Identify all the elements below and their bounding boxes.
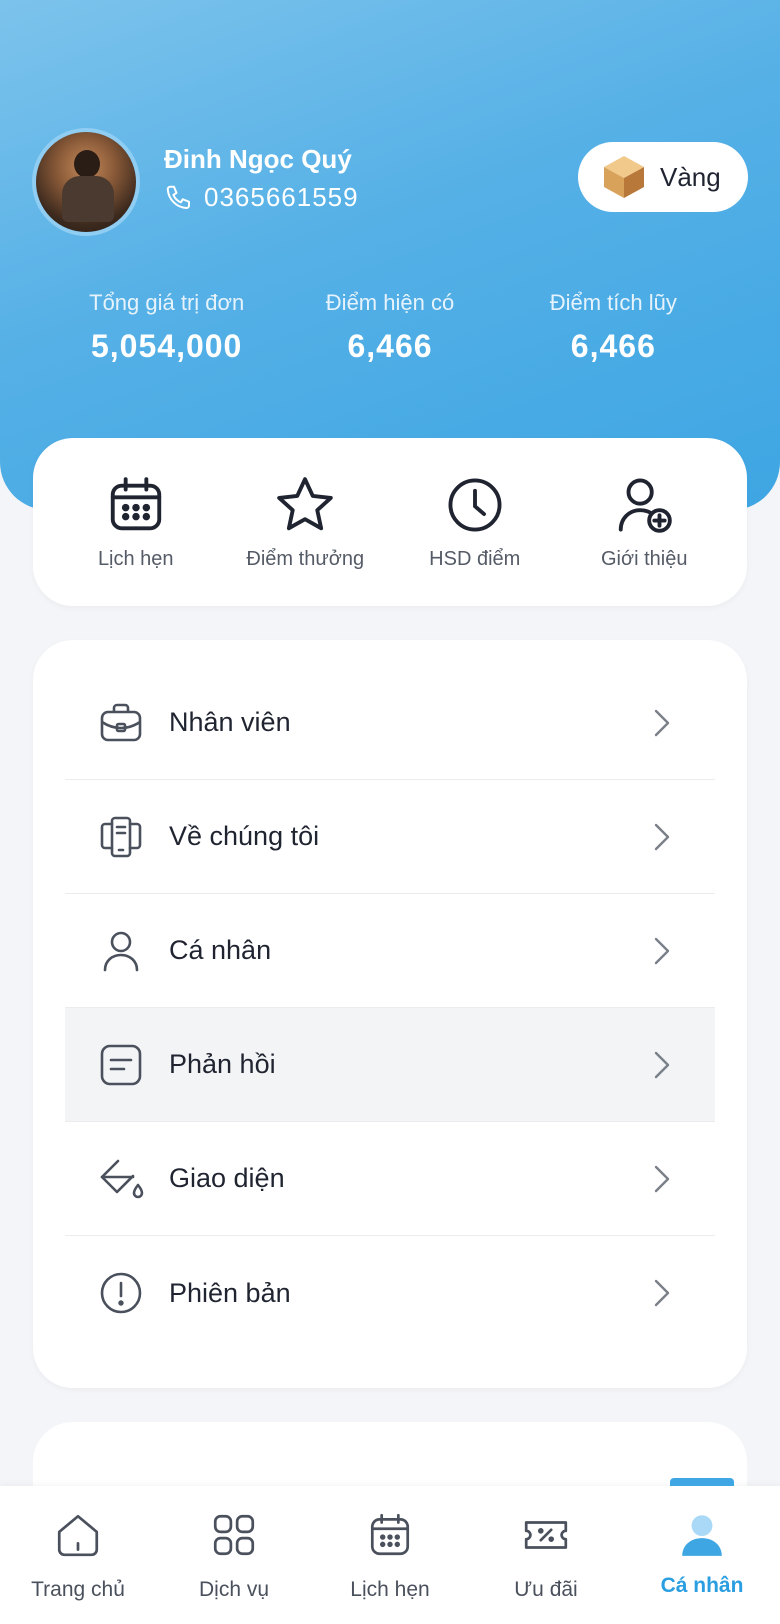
chevron-right-icon	[654, 709, 670, 736]
nav-label: Cá nhân	[660, 1574, 744, 1597]
menu-label: Cá nhân	[169, 935, 272, 965]
shortcut-points-expiry[interactable]: HSD điểm	[390, 438, 560, 606]
chevron-right-icon	[654, 823, 670, 850]
shortcut-rewards[interactable]: Điểm thưởng	[221, 438, 391, 606]
menu-item-profile[interactable]: Cá nhân	[65, 894, 715, 1008]
calendar-icon	[110, 477, 161, 531]
nav-appointments[interactable]: Lịch hẹn	[312, 1486, 468, 1624]
paint-bucket-icon	[100, 1159, 144, 1198]
menu-label: Nhân viên	[169, 707, 291, 737]
documents-icon	[100, 816, 142, 857]
stat-label: Tổng giá trị đơn	[89, 290, 245, 315]
feedback-icon	[100, 1044, 142, 1085]
shortcut-label: Lịch hẹn	[97, 548, 174, 570]
clock-icon	[448, 478, 502, 532]
tier-label: Vàng	[660, 161, 721, 192]
menu-label: Phiên bản	[169, 1277, 291, 1308]
stat-value: 6,466	[570, 328, 656, 364]
phone-row: 0365661559	[164, 182, 359, 213]
chevron-right-icon	[654, 1279, 670, 1307]
shortcut-label: Điểm thưởng	[246, 548, 365, 570]
stats-row: Tổng giá trị đơn 5,054,000 Điểm hiện có …	[55, 290, 725, 370]
gold-box-icon	[604, 156, 644, 198]
stat-value: 5,054,000	[90, 328, 243, 364]
user-phone: 0365661559	[204, 182, 359, 212]
stat-total-order: Tổng giá trị đơn 5,054,000	[55, 290, 278, 370]
bottom-nav: Trang chủ Dịch vụ Lịch hẹn Ưu đãi Cá nhâ…	[0, 1478, 780, 1624]
nav-label: Lịch hẹn	[350, 1578, 430, 1601]
user-icon	[682, 1515, 722, 1556]
menu-label: Giao diện	[169, 1163, 285, 1193]
shortcuts-card: Lịch hẹn Điểm thưởng HSD điểm Giới thiệu	[33, 438, 747, 606]
shortcut-label: HSD điểm	[429, 548, 521, 570]
stat-label: Điểm tích lũy	[549, 290, 677, 315]
profile-summary: Đinh Ngọc Quý 0365661559 Vàng	[32, 128, 748, 238]
settings-menu: Nhân viên Về chúng tôi Cá nhân Phản hồi	[33, 640, 747, 1388]
nav-label: Ưu đãi	[514, 1578, 578, 1601]
calendar-icon	[370, 1513, 410, 1556]
nav-profile[interactable]: Cá nhân	[624, 1478, 780, 1624]
stat-accumulated-points: Điểm tích lũy 6,466	[502, 290, 725, 370]
stat-current-points: Điểm hiện có 6,466	[278, 290, 501, 370]
stat-label: Điểm hiện có	[325, 290, 455, 315]
ticket-icon	[524, 1521, 568, 1549]
avatar[interactable]	[32, 128, 140, 236]
grid-icon	[213, 1514, 255, 1556]
shortcut-appointments[interactable]: Lịch hẹn	[51, 438, 221, 606]
info-icon	[100, 1272, 142, 1314]
menu-item-staff[interactable]: Nhân viên	[65, 666, 715, 780]
chevron-right-icon	[654, 1051, 670, 1078]
menu-item-version[interactable]: Phiên bản	[65, 1236, 715, 1350]
user-name: Đinh Ngọc Quý	[164, 144, 352, 174]
user-icon	[103, 931, 139, 971]
nav-label: Dịch vụ	[198, 1578, 270, 1601]
home-icon	[57, 1514, 99, 1557]
nav-label: Trang chủ	[31, 1578, 125, 1601]
chevron-right-icon	[654, 937, 670, 964]
menu-item-theme[interactable]: Giao diện	[65, 1122, 715, 1236]
star-icon	[277, 477, 334, 531]
user-add-icon	[619, 478, 673, 533]
menu-label: Về chúng tôi	[169, 821, 320, 851]
nav-offers[interactable]: Ưu đãi	[468, 1486, 624, 1624]
profile-header	[0, 0, 780, 510]
tier-badge[interactable]: Vàng	[578, 142, 748, 212]
menu-item-feedback[interactable]: Phản hồi	[65, 1008, 715, 1122]
stat-value: 6,466	[347, 328, 433, 364]
active-tab-indicator	[670, 1478, 734, 1486]
briefcase-icon	[100, 703, 142, 741]
nav-services[interactable]: Dịch vụ	[156, 1486, 312, 1624]
chevron-right-icon	[654, 1165, 670, 1192]
shortcut-label: Giới thiệu	[601, 548, 688, 570]
phone-icon	[166, 185, 190, 209]
menu-label: Phản hồi	[169, 1049, 276, 1079]
menu-item-about[interactable]: Về chúng tôi	[65, 780, 715, 894]
nav-home[interactable]: Trang chủ	[0, 1486, 156, 1624]
shortcut-referral[interactable]: Giới thiệu	[560, 438, 730, 606]
